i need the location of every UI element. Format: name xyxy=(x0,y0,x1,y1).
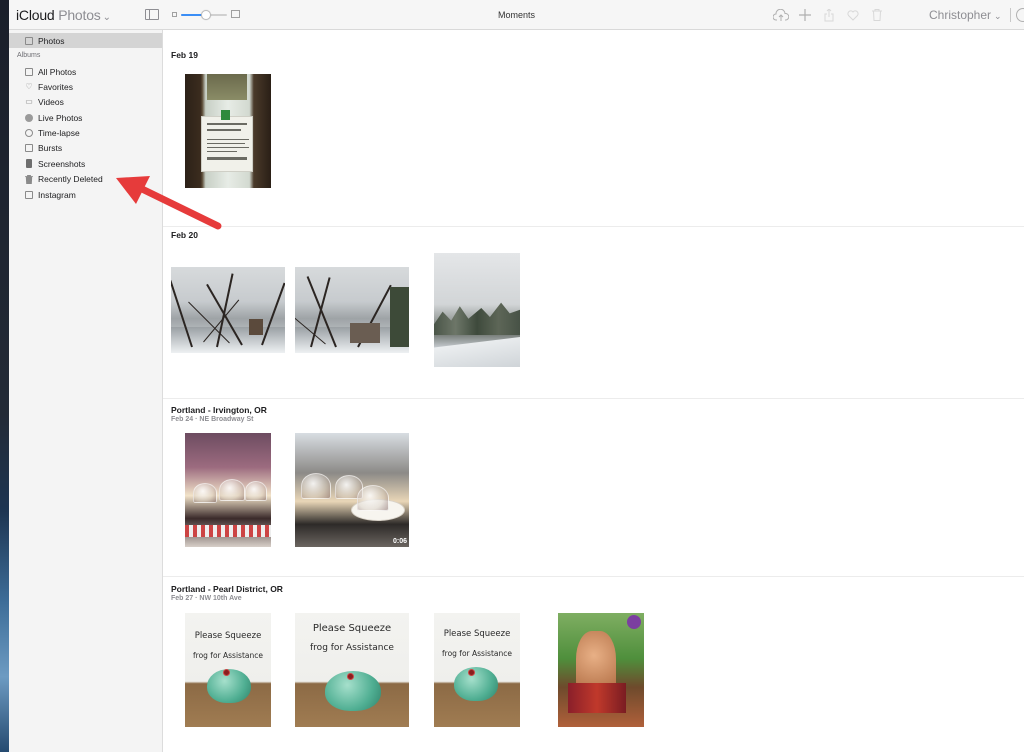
photo-thumbnail[interactable] xyxy=(434,253,520,367)
zoom-slider[interactable] xyxy=(172,9,242,21)
sidebar: Photos Albums All Photos ♡ Favorites ▭ V… xyxy=(9,30,163,752)
sidebar-item-label: Instagram xyxy=(38,189,76,200)
app-brand[interactable]: iCloud Photos ⌄ xyxy=(16,7,111,23)
sidebar-item-label: Time-lapse xyxy=(38,127,80,138)
photo-thumbnail[interactable]: Please Squeeze frog for Assistance xyxy=(185,613,271,727)
upload-icon[interactable] xyxy=(769,6,793,24)
photos-icon xyxy=(25,36,33,45)
video-icon: ▭ xyxy=(25,96,33,106)
user-name: Christopher xyxy=(929,8,992,22)
bursts-icon xyxy=(25,143,33,152)
share-icon[interactable] xyxy=(817,6,841,24)
user-menu[interactable]: Christopher ⌄ xyxy=(929,8,1002,22)
sidebar-item-time-lapse[interactable]: Time-lapse xyxy=(9,125,162,140)
sidebar-item-bursts[interactable]: Bursts xyxy=(9,140,162,155)
section-divider xyxy=(163,398,1024,399)
sidebar-item-photos[interactable]: Photos xyxy=(9,33,162,48)
sidebar-item-screenshots[interactable]: Screenshots xyxy=(9,156,162,171)
sidebar-item-live-photos[interactable]: Live Photos xyxy=(9,110,162,125)
sidebar-item-favorites[interactable]: ♡ Favorites xyxy=(9,79,162,94)
section-divider xyxy=(163,226,1024,227)
sidebar-item-label: Recently Deleted xyxy=(38,173,103,184)
sidebar-item-label: Bursts xyxy=(38,142,63,153)
brand-sub: Photos xyxy=(58,7,101,23)
help-icon[interactable] xyxy=(1016,8,1024,22)
trash-icon[interactable] xyxy=(865,6,889,24)
add-icon[interactable] xyxy=(793,6,817,24)
heart-icon: ♡ xyxy=(25,81,33,91)
sidebar-item-label: Photos xyxy=(38,35,65,46)
annotation-arrow xyxy=(116,176,222,230)
sidebar-item-label: Videos xyxy=(38,96,64,107)
desktop-edge xyxy=(0,0,9,752)
photo-thumbnail[interactable] xyxy=(171,267,285,353)
sidebar-item-videos[interactable]: ▭ Videos xyxy=(9,94,162,109)
favorite-icon[interactable] xyxy=(841,6,865,24)
photo-thumbnail[interactable]: Please Squeeze frog for Assistance xyxy=(295,613,409,727)
small-thumbnail-icon xyxy=(172,12,177,17)
zoom-track[interactable] xyxy=(181,10,227,20)
sidebar-item-all-photos[interactable]: All Photos xyxy=(9,64,162,79)
photo-thumbnail[interactable] xyxy=(558,613,644,727)
moments-view: Feb 19 Feb 20 Portland - Irvington, OR F… xyxy=(163,30,1024,752)
view-title: Moments xyxy=(497,10,535,20)
large-thumbnail-icon xyxy=(231,10,240,18)
toolbar-divider xyxy=(1010,8,1011,22)
live-photo-icon xyxy=(25,113,33,122)
photo-thumbnail[interactable] xyxy=(185,433,271,547)
chevron-down-icon: ⌄ xyxy=(994,11,1002,21)
moment-title: Feb 19 xyxy=(171,50,198,60)
sidebar-item-label: Screenshots xyxy=(38,158,86,169)
section-divider xyxy=(163,576,1024,577)
moment-subtitle: Feb 24 · NE Broadway St xyxy=(171,416,254,423)
moment-subtitle: Feb 27 · NW 10th Ave xyxy=(171,595,242,602)
screenshot-icon xyxy=(26,159,32,168)
sidebar-item-label: Favorites xyxy=(38,81,73,92)
photo-thumbnail[interactable]: Please Squeeze frog for Assistance xyxy=(434,613,520,727)
albums-header: Albums xyxy=(17,52,41,59)
toolbar: iCloud Photos ⌄ Moments Christopher ⌄ xyxy=(9,0,1024,30)
album-icon xyxy=(25,190,33,199)
sidebar-toggle-icon[interactable] xyxy=(145,9,159,20)
photo-thumbnail[interactable] xyxy=(295,267,409,353)
moment-title: Portland - Irvington, OR xyxy=(171,405,267,415)
video-thumbnail[interactable]: 0:06 xyxy=(295,433,409,547)
album-icon xyxy=(25,67,33,76)
chevron-down-icon: ⌄ xyxy=(102,12,111,23)
sidebar-item-label: All Photos xyxy=(38,66,77,77)
moment-title: Portland - Pearl District, OR xyxy=(171,584,283,594)
trash-icon xyxy=(25,174,33,184)
time-lapse-icon xyxy=(25,128,33,137)
video-duration-badge: 0:06 xyxy=(392,538,407,545)
sidebar-item-label: Live Photos xyxy=(38,112,83,123)
brand-main: iCloud xyxy=(16,7,55,23)
zoom-knob[interactable] xyxy=(201,10,212,20)
